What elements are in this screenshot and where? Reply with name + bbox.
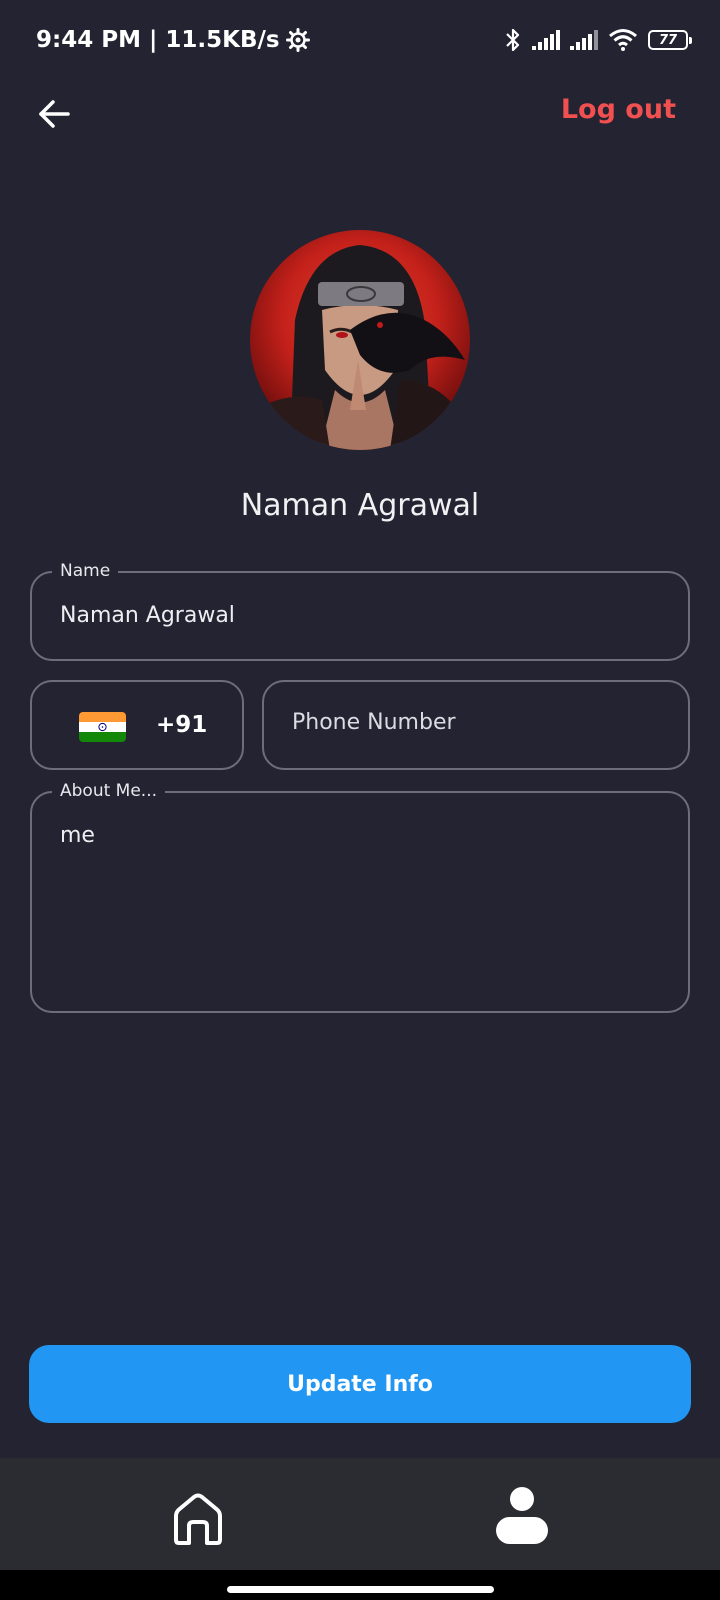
gesture-area [0,1570,720,1600]
status-time-speed: 9:44 PM | 11.5KB/s [36,27,280,53]
back-button[interactable] [32,92,76,136]
avatar[interactable] [250,230,470,450]
arrow-left-icon [39,100,70,128]
profile-icon [496,1487,548,1544]
logout-button[interactable]: Log out [561,94,676,125]
bluetooth-icon [506,28,520,52]
about-field[interactable]: About Me... me [30,781,690,1013]
nav-home[interactable] [168,1488,228,1548]
avatar-image [250,230,470,450]
phone-field[interactable]: Phone Number [262,680,690,770]
phone-input-placeholder[interactable]: Phone Number [292,710,456,735]
gesture-bar[interactable] [227,1586,494,1593]
battery-icon: 77 [648,30,692,50]
name-field-label: Name [52,561,119,581]
signal-icon [570,30,598,50]
nav-profile[interactable] [492,1484,552,1544]
bottom-nav [0,1458,720,1570]
home-icon [174,1493,222,1545]
name-input[interactable]: Naman Agrawal [60,603,235,628]
profile-name: Naman Agrawal [240,488,480,523]
signal-icon [532,30,560,50]
update-info-button[interactable]: Update Info [29,1345,691,1423]
gear-icon [285,28,310,52]
battery-level: 77 [658,32,678,48]
about-input[interactable]: me [60,823,95,848]
name-field[interactable]: Name Naman Agrawal [30,561,690,661]
dial-code: +91 [156,712,208,738]
india-flag-icon [79,712,126,742]
about-field-label: About Me... [52,781,166,801]
status-bar: 9:44 PM | 11.5KB/s 77 [0,0,720,80]
wifi-icon [609,29,637,51]
country-code-selector[interactable]: +91 [30,680,244,770]
